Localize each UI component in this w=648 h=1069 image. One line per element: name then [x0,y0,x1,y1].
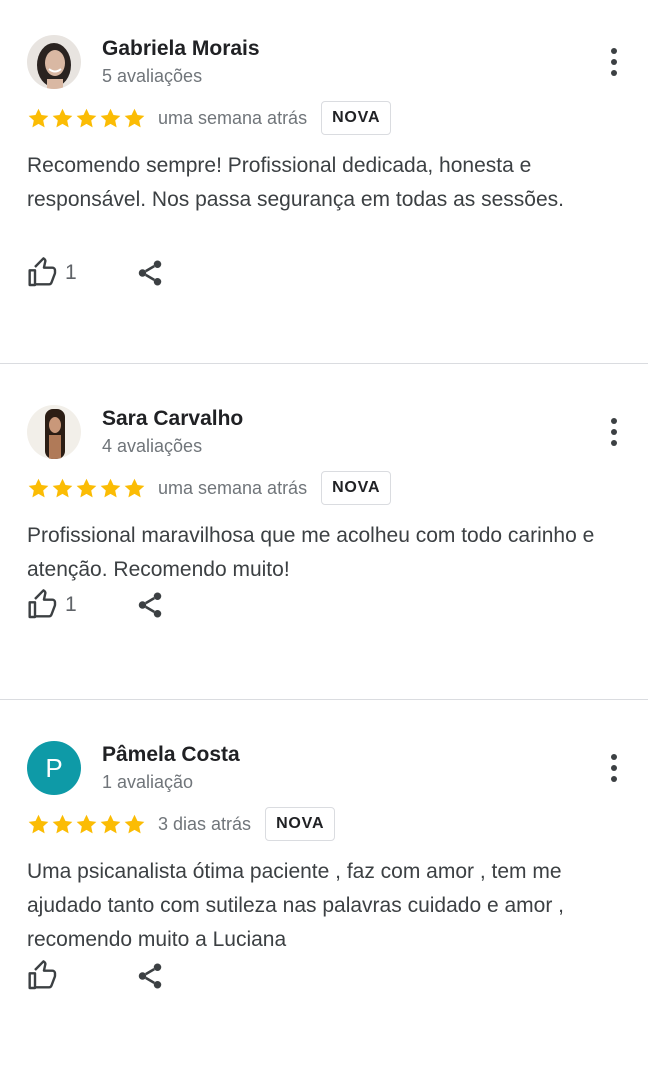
star-rating [27,813,146,836]
author-review-count: 4 avaliações [102,436,203,456]
like-count: 1 [65,261,77,284]
share-button[interactable] [135,590,165,620]
star-icon [28,108,49,127]
like-button[interactable]: 1 [27,257,135,289]
review-text: Uma psicanalista ótima paciente , faz co… [27,860,564,951]
author-name[interactable]: Sara Carvalho [102,406,600,432]
avatar-letter: P [45,752,63,783]
thumb-up-icon [28,257,57,287]
review-text: Recomendo sempre! Profissional dedicada,… [27,154,564,211]
star-icon [100,814,121,833]
like-button[interactable] [27,960,135,992]
author-info: Gabriela Morais 5 avaliações [102,36,600,88]
star-rating [27,477,146,500]
star-icon [76,108,97,127]
author-name[interactable]: Gabriela Morais [102,36,600,62]
star-icon [76,478,97,497]
avatar[interactable] [27,35,81,89]
rating-row: uma semana atrás NOVA [27,471,620,505]
star-icon [124,814,145,833]
star-icon [52,108,73,127]
review-card: Gabriela Morais 5 avaliações uma semana … [0,0,648,363]
star-icon [76,814,97,833]
share-icon [138,963,162,989]
author-review-count: 1 avaliação [102,772,194,792]
avatar[interactable] [27,405,81,459]
star-icon [28,814,49,833]
star-icon [28,478,49,497]
review-actions: 1 [27,589,165,621]
author-review-count: 5 avaliações [102,66,203,86]
review-actions: 1 [27,257,165,289]
avatar[interactable]: P [27,741,81,795]
star-icon [124,108,145,127]
author-info: Sara Carvalho 4 avaliações [102,406,600,458]
more-options-icon[interactable] [600,748,628,788]
star-icon [100,108,121,127]
star-icon [124,478,145,497]
author-info: Pâmela Costa 1 avaliação [102,742,600,794]
author-name[interactable]: Pâmela Costa [102,742,600,768]
share-icon [138,592,162,618]
share-button[interactable] [135,961,165,991]
review-text: Profissional maravilhosa que me acolheu … [27,524,595,581]
star-rating [27,107,146,130]
share-icon [138,260,162,286]
star-icon [52,814,73,833]
review-actions [27,960,165,992]
new-badge: NOVA [265,807,336,841]
new-badge: NOVA [321,101,392,135]
share-button[interactable] [135,258,165,288]
more-options-icon[interactable] [600,42,628,82]
review-date: uma semana atrás [158,107,308,128]
thumb-up-icon [28,960,57,990]
review-card: P Pâmela Costa 1 avaliação 3 dias atrás … [0,700,648,1069]
review-header: Sara Carvalho 4 avaliações [27,404,620,460]
review-date: uma semana atrás [158,477,308,498]
review-header: P Pâmela Costa 1 avaliação [27,740,620,796]
review-date: 3 dias atrás [158,813,252,834]
star-icon [100,478,121,497]
like-button[interactable]: 1 [27,589,135,621]
review-card: Sara Carvalho 4 avaliações uma semana at… [0,364,648,699]
rating-row: 3 dias atrás NOVA [27,807,620,841]
review-header: Gabriela Morais 5 avaliações [27,34,620,90]
star-icon [52,478,73,497]
like-count: 1 [65,593,77,616]
new-badge: NOVA [321,471,392,505]
more-options-icon[interactable] [600,412,628,452]
rating-row: uma semana atrás NOVA [27,101,620,135]
thumb-up-icon [28,589,57,619]
